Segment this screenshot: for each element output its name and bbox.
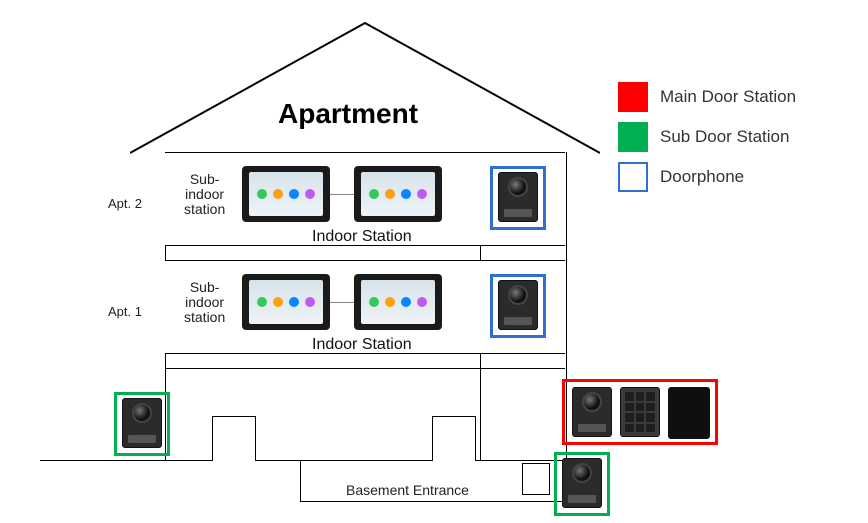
legend-swatch-phone	[618, 162, 648, 192]
sub-indoor-label-1: Sub- indoor station	[184, 280, 225, 325]
door-right	[432, 416, 476, 461]
sub-indoor-1l2: indoor	[185, 294, 224, 310]
sub-indoor-1l3: station	[184, 309, 225, 325]
ground-floor-line	[165, 368, 565, 369]
indoor-station-1a	[242, 274, 330, 330]
sub-door-unit-basement	[562, 458, 602, 508]
indoor-station-label-1: Indoor Station	[312, 336, 412, 354]
basement-door	[522, 463, 550, 495]
indoor-station-label-2: Indoor Station	[312, 228, 412, 246]
page-title: Apartment	[278, 98, 418, 130]
sub-indoor-label-2: Sub- indoor station	[184, 172, 225, 217]
legend-swatch-sub	[618, 122, 648, 152]
legend-label-phone: Doorphone	[660, 167, 744, 187]
door-left	[212, 416, 256, 461]
apt2-label: Apt. 2	[108, 196, 142, 211]
basement-label: Basement Entrance	[346, 482, 469, 498]
doorphone-unit-2	[498, 172, 538, 222]
main-door-unit-cam	[572, 387, 612, 437]
main-door-keypad	[620, 387, 660, 437]
sub-indoor-l3: station	[184, 201, 225, 217]
sub-indoor-l2: indoor	[185, 186, 224, 202]
indoor-station-1b	[354, 274, 442, 330]
link-line-1	[330, 302, 354, 303]
indoor-station-2a	[242, 166, 330, 222]
legend-label-main: Main Door Station	[660, 87, 796, 107]
apt1-label: Apt. 1	[108, 304, 142, 319]
ground-line-left	[40, 460, 300, 461]
sub-door-unit-left	[122, 398, 162, 448]
sub-indoor-l1: Sub-	[190, 171, 220, 187]
roof-icon	[130, 18, 600, 158]
doorphone-unit-1	[498, 280, 538, 330]
link-line-2	[330, 194, 354, 195]
indoor-station-2b	[354, 166, 442, 222]
main-door-blank	[668, 387, 710, 439]
legend-swatch-main	[618, 82, 648, 112]
legend-label-sub: Sub Door Station	[660, 127, 789, 147]
sub-indoor-1l1: Sub-	[190, 279, 220, 295]
